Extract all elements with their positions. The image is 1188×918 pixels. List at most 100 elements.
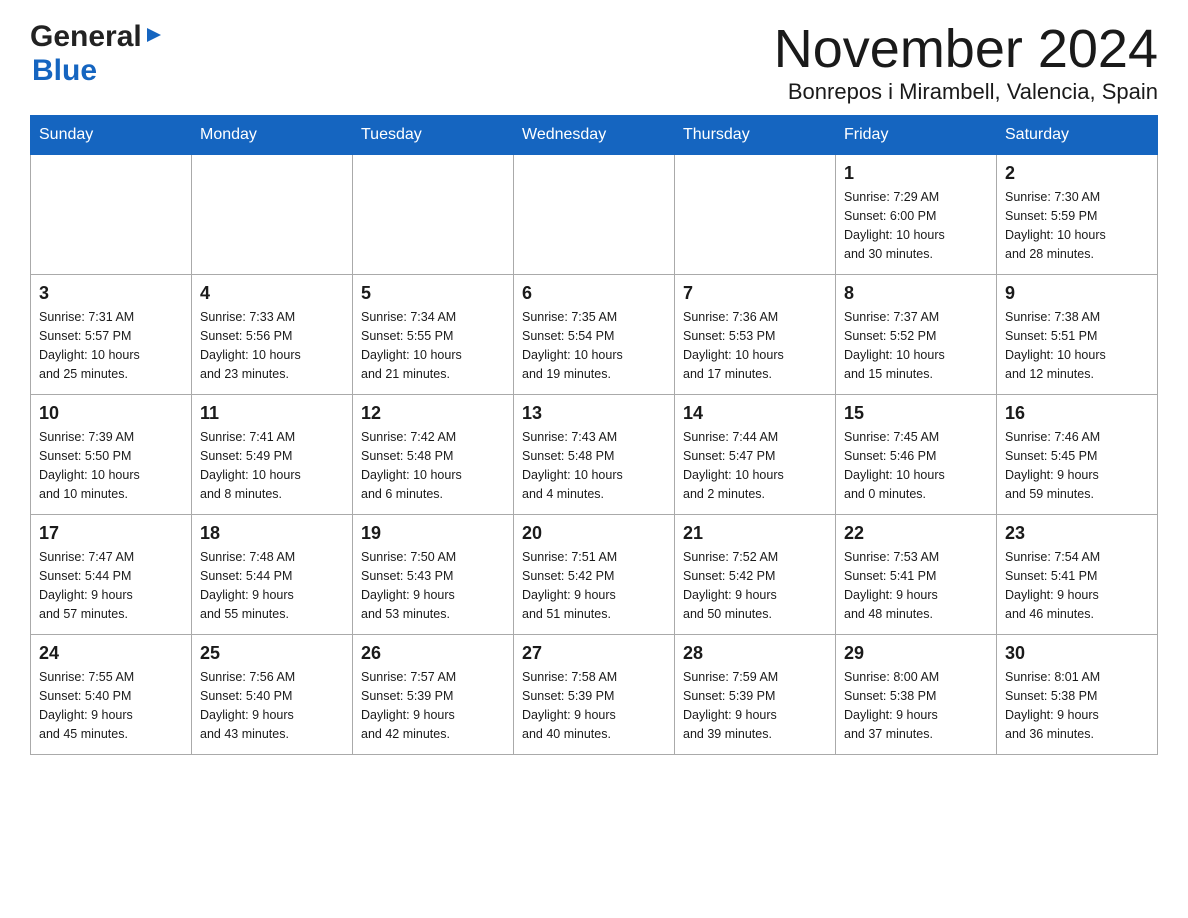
day-info: Sunrise: 7:42 AMSunset: 5:48 PMDaylight:… — [361, 428, 505, 503]
calendar-cell — [192, 155, 353, 275]
calendar-cell: 4 Sunrise: 7:33 AMSunset: 5:56 PMDaylight… — [192, 275, 353, 395]
day-info: Sunrise: 7:48 AMSunset: 5:44 PMDaylight:… — [200, 548, 344, 623]
day-info: Sunrise: 7:31 AMSunset: 5:57 PMDaylight:… — [39, 308, 183, 383]
day-info: Sunrise: 7:54 AMSunset: 5:41 PMDaylight:… — [1005, 548, 1149, 623]
day-info: Sunrise: 8:00 AMSunset: 5:38 PMDaylight:… — [844, 668, 988, 743]
day-info: Sunrise: 7:50 AMSunset: 5:43 PMDaylight:… — [361, 548, 505, 623]
day-number: 30 — [1005, 643, 1149, 664]
day-number: 9 — [1005, 283, 1149, 304]
day-info: Sunrise: 7:51 AMSunset: 5:42 PMDaylight:… — [522, 548, 666, 623]
title-block: November 2024 Bonrepos i Mirambell, Vale… — [774, 20, 1158, 105]
day-number: 16 — [1005, 403, 1149, 424]
day-info: Sunrise: 7:52 AMSunset: 5:42 PMDaylight:… — [683, 548, 827, 623]
day-number: 5 — [361, 283, 505, 304]
day-info: Sunrise: 7:56 AMSunset: 5:40 PMDaylight:… — [200, 668, 344, 743]
calendar-cell: 22 Sunrise: 7:53 AMSunset: 5:41 PMDayligh… — [836, 515, 997, 635]
day-number: 2 — [1005, 163, 1149, 184]
calendar-cell: 10 Sunrise: 7:39 AMSunset: 5:50 PMDayligh… — [31, 395, 192, 515]
day-header-sunday: Sunday — [31, 116, 192, 155]
day-number: 23 — [1005, 523, 1149, 544]
calendar-week-row: 24 Sunrise: 7:55 AMSunset: 5:40 PMDayligh… — [31, 635, 1158, 755]
day-info: Sunrise: 7:45 AMSunset: 5:46 PMDaylight:… — [844, 428, 988, 503]
day-info: Sunrise: 7:36 AMSunset: 5:53 PMDaylight:… — [683, 308, 827, 383]
calendar-cell: 19Sunrise: 7:50 AMSunset: 5:43 PMDayligh… — [353, 515, 514, 635]
calendar-cell: 9 Sunrise: 7:38 AMSunset: 5:51 PMDaylight… — [997, 275, 1158, 395]
day-number: 28 — [683, 643, 827, 664]
month-year-title: November 2024 — [774, 20, 1158, 79]
calendar-cell: 23 Sunrise: 7:54 AMSunset: 5:41 PMDayligh… — [997, 515, 1158, 635]
calendar-table: SundayMondayTuesdayWednesdayThursdayFrid… — [30, 115, 1158, 755]
day-info: Sunrise: 7:57 AMSunset: 5:39 PMDaylight:… — [361, 668, 505, 743]
day-number: 21 — [683, 523, 827, 544]
calendar-cell: 6Sunrise: 7:35 AMSunset: 5:54 PMDaylight… — [514, 275, 675, 395]
day-info: Sunrise: 7:46 AMSunset: 5:45 PMDaylight:… — [1005, 428, 1149, 503]
day-number: 27 — [522, 643, 666, 664]
day-number: 11 — [200, 403, 344, 424]
day-number: 26 — [361, 643, 505, 664]
day-number: 15 — [844, 403, 988, 424]
day-info: Sunrise: 7:55 AMSunset: 5:40 PMDaylight:… — [39, 668, 183, 743]
calendar-cell: 29 Sunrise: 8:00 AMSunset: 5:38 PMDayligh… — [836, 635, 997, 755]
calendar-cell: 21 Sunrise: 7:52 AMSunset: 5:42 PMDayligh… — [675, 515, 836, 635]
calendar-header-row: SundayMondayTuesdayWednesdayThursdayFrid… — [31, 116, 1158, 155]
day-number: 17 — [39, 523, 183, 544]
calendar-week-row: 1Sunrise: 7:29 AMSunset: 6:00 PMDaylight… — [31, 155, 1158, 275]
day-info: Sunrise: 7:43 AMSunset: 5:48 PMDaylight:… — [522, 428, 666, 503]
day-number: 22 — [844, 523, 988, 544]
day-info: Sunrise: 7:35 AMSunset: 5:54 PMDaylight:… — [522, 308, 666, 383]
calendar-week-row: 3 Sunrise: 7:31 AMSunset: 5:57 PMDaylight… — [31, 275, 1158, 395]
day-number: 8 — [844, 283, 988, 304]
day-number: 10 — [39, 403, 183, 424]
day-number: 29 — [844, 643, 988, 664]
calendar-cell — [31, 155, 192, 275]
calendar-cell: 3 Sunrise: 7:31 AMSunset: 5:57 PMDaylight… — [31, 275, 192, 395]
day-info: Sunrise: 7:47 AMSunset: 5:44 PMDaylight:… — [39, 548, 183, 623]
day-info: Sunrise: 8:01 AMSunset: 5:38 PMDaylight:… — [1005, 668, 1149, 743]
calendar-cell: 2 Sunrise: 7:30 AMSunset: 5:59 PMDaylight… — [997, 155, 1158, 275]
day-info: Sunrise: 7:38 AMSunset: 5:51 PMDaylight:… — [1005, 308, 1149, 383]
calendar-cell: 27 Sunrise: 7:58 AMSunset: 5:39 PMDayligh… — [514, 635, 675, 755]
day-info: Sunrise: 7:33 AMSunset: 5:56 PMDaylight:… — [200, 308, 344, 383]
calendar-cell: 14Sunrise: 7:44 AMSunset: 5:47 PMDayligh… — [675, 395, 836, 515]
day-info: Sunrise: 7:53 AMSunset: 5:41 PMDaylight:… — [844, 548, 988, 623]
calendar-cell: 20 Sunrise: 7:51 AMSunset: 5:42 PMDayligh… — [514, 515, 675, 635]
calendar-cell — [353, 155, 514, 275]
page-header: General Blue November 2024 Bonrepos i Mi… — [30, 20, 1158, 105]
day-number: 20 — [522, 523, 666, 544]
calendar-cell: 8 Sunrise: 7:37 AMSunset: 5:52 PMDaylight… — [836, 275, 997, 395]
day-info: Sunrise: 7:39 AMSunset: 5:50 PMDaylight:… — [39, 428, 183, 503]
day-header-tuesday: Tuesday — [353, 116, 514, 155]
logo-general-text: General — [30, 20, 142, 54]
day-header-wednesday: Wednesday — [514, 116, 675, 155]
day-number: 24 — [39, 643, 183, 664]
calendar-cell: 26 Sunrise: 7:57 AMSunset: 5:39 PMDayligh… — [353, 635, 514, 755]
logo: General Blue — [30, 20, 163, 88]
day-number: 7 — [683, 283, 827, 304]
calendar-cell: 11Sunrise: 7:41 AMSunset: 5:49 PMDayligh… — [192, 395, 353, 515]
day-info: Sunrise: 7:34 AMSunset: 5:55 PMDaylight:… — [361, 308, 505, 383]
day-info: Sunrise: 7:58 AMSunset: 5:39 PMDaylight:… — [522, 668, 666, 743]
calendar-cell: 7 Sunrise: 7:36 AMSunset: 5:53 PMDaylight… — [675, 275, 836, 395]
calendar-cell: 16 Sunrise: 7:46 AMSunset: 5:45 PMDayligh… — [997, 395, 1158, 515]
day-info: Sunrise: 7:30 AMSunset: 5:59 PMDaylight:… — [1005, 188, 1149, 263]
calendar-cell: 17 Sunrise: 7:47 AMSunset: 5:44 PMDayligh… — [31, 515, 192, 635]
calendar-week-row: 17 Sunrise: 7:47 AMSunset: 5:44 PMDayligh… — [31, 515, 1158, 635]
day-number: 4 — [200, 283, 344, 304]
day-number: 3 — [39, 283, 183, 304]
calendar-cell: 13 Sunrise: 7:43 AMSunset: 5:48 PMDayligh… — [514, 395, 675, 515]
calendar-cell: 5 Sunrise: 7:34 AMSunset: 5:55 PMDaylight… — [353, 275, 514, 395]
day-header-saturday: Saturday — [997, 116, 1158, 155]
calendar-cell: 12Sunrise: 7:42 AMSunset: 5:48 PMDayligh… — [353, 395, 514, 515]
calendar-cell: 18Sunrise: 7:48 AMSunset: 5:44 PMDayligh… — [192, 515, 353, 635]
day-header-thursday: Thursday — [675, 116, 836, 155]
calendar-cell: 25 Sunrise: 7:56 AMSunset: 5:40 PMDayligh… — [192, 635, 353, 755]
calendar-cell: 28 Sunrise: 7:59 AMSunset: 5:39 PMDayligh… — [675, 635, 836, 755]
day-header-monday: Monday — [192, 116, 353, 155]
day-number: 13 — [522, 403, 666, 424]
day-info: Sunrise: 7:37 AMSunset: 5:52 PMDaylight:… — [844, 308, 988, 383]
calendar-cell: 1Sunrise: 7:29 AMSunset: 6:00 PMDaylight… — [836, 155, 997, 275]
day-info: Sunrise: 7:59 AMSunset: 5:39 PMDaylight:… — [683, 668, 827, 743]
calendar-cell — [675, 155, 836, 275]
day-number: 25 — [200, 643, 344, 664]
day-info: Sunrise: 7:29 AMSunset: 6:00 PMDaylight:… — [844, 188, 988, 263]
